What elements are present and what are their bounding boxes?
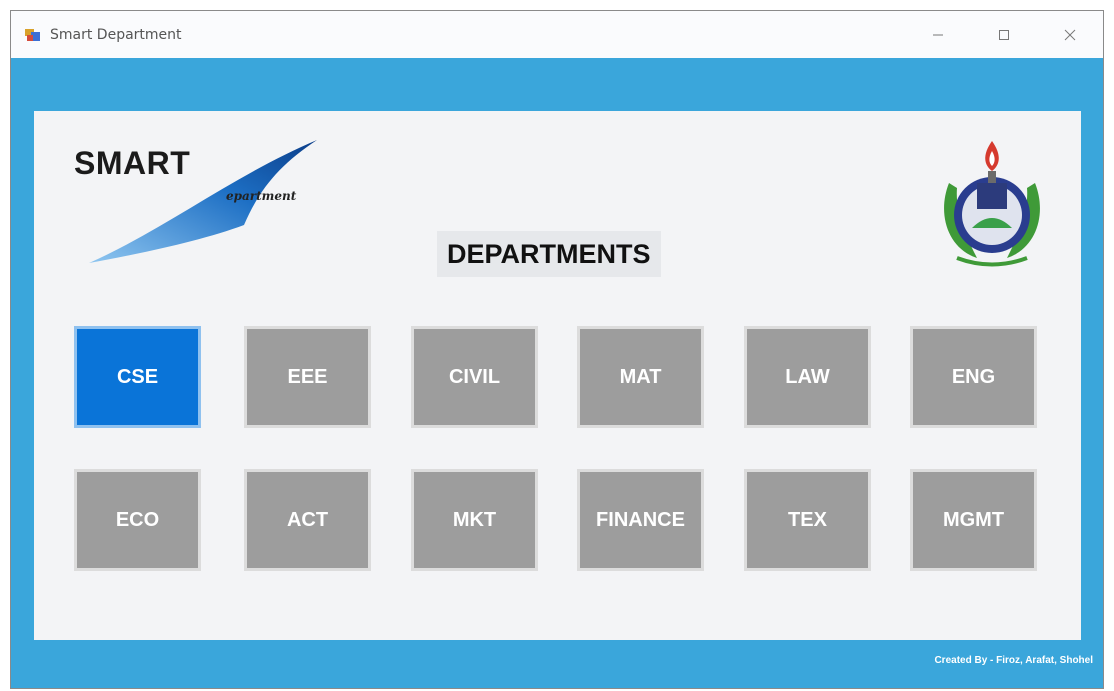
main-panel: SMART epartment DEPARTMENTS CSE EEE CIVIL M… (34, 111, 1081, 640)
smart-department-logo: SMART epartment (74, 135, 344, 265)
department-button-mkt[interactable]: MKT (411, 469, 538, 571)
logo-word: SMART (74, 145, 191, 181)
department-button-eng[interactable]: ENG (910, 326, 1037, 428)
minimize-button[interactable] (905, 11, 971, 58)
department-button-eco[interactable]: ECO (74, 469, 201, 571)
app-icon (24, 26, 42, 44)
university-seal-icon (937, 133, 1047, 268)
close-icon (1064, 29, 1076, 40)
window-controls (905, 11, 1103, 58)
department-button-tex[interactable]: TEX (744, 469, 871, 571)
footer-credit: Created By - Firoz, Arafat, Shohel (934, 655, 1093, 666)
logo-subtext: epartment (226, 189, 297, 203)
minimize-icon (933, 34, 943, 35)
department-button-mat[interactable]: MAT (577, 326, 704, 428)
title-bar[interactable]: Smart Department (11, 11, 1103, 58)
department-button-cse[interactable]: CSE (74, 326, 201, 428)
maximize-button[interactable] (971, 11, 1037, 58)
department-button-eee[interactable]: EEE (244, 326, 371, 428)
department-button-mgmt[interactable]: MGMT (910, 469, 1037, 571)
department-button-civil[interactable]: CIVIL (411, 326, 538, 428)
window-title: Smart Department (50, 26, 182, 43)
page-title: DEPARTMENTS (437, 231, 661, 277)
maximize-icon (999, 29, 1009, 40)
close-button[interactable] (1037, 11, 1103, 58)
department-button-act[interactable]: ACT (244, 469, 371, 571)
department-button-law[interactable]: LAW (744, 326, 871, 428)
app-window: Smart Department SMART epartment DEPARTM… (10, 10, 1104, 689)
department-button-finance[interactable]: FINANCE (577, 469, 704, 571)
